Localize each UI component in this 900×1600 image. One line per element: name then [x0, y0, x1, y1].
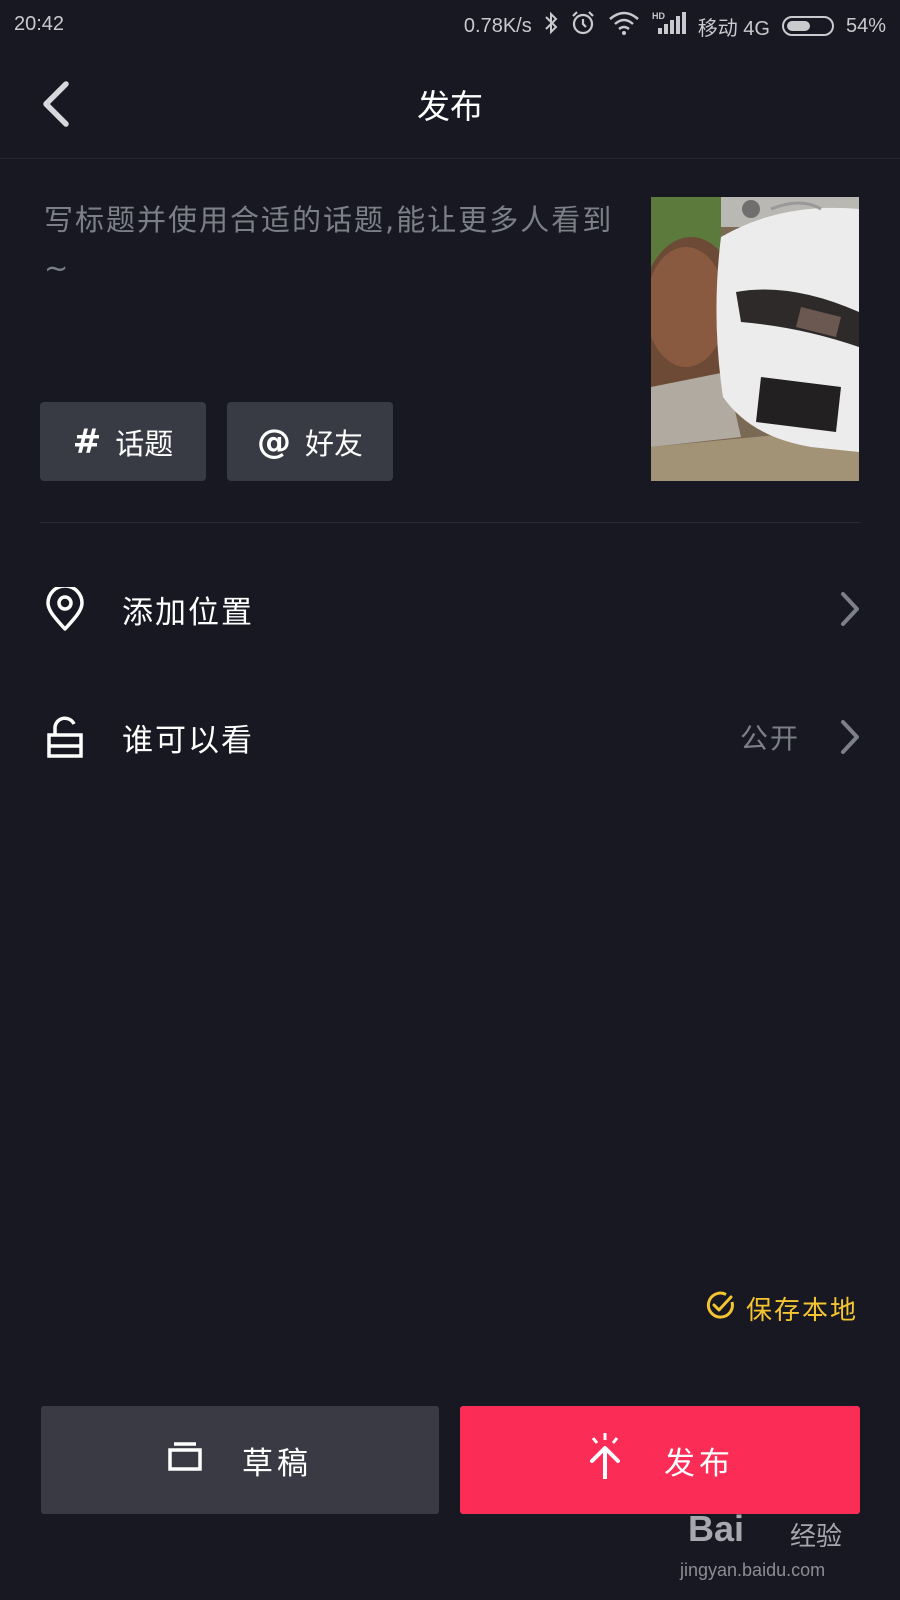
- save-local-label: 保存本地: [745, 1296, 858, 1326]
- svg-text:HD: HD: [652, 11, 665, 21]
- battery-fill: [786, 21, 810, 31]
- topic-label: 话题: [115, 426, 174, 461]
- location-pin-icon: [44, 584, 86, 631]
- publish-label: 发布: [664, 1445, 734, 1482]
- check-circle-icon: [706, 1290, 736, 1327]
- header: 发布: [0, 50, 900, 159]
- add-location-row[interactable]: 添加位置: [0, 553, 900, 663]
- status-icons: 0.78K/s HD 移动 4G 54%: [464, 10, 886, 42]
- watermark-brand: Bai: [688, 1508, 745, 1549]
- page-title: 发布: [417, 87, 483, 126]
- hd-signal-icon: HD: [652, 10, 686, 42]
- status-bar: 20:42 0.78K/s HD 移动 4G 54%: [0, 0, 900, 50]
- watermark-url: jingyan.baidu.com: [680, 1560, 826, 1580]
- hashtag-icon: #: [72, 421, 102, 462]
- at-sign-icon: @: [256, 421, 291, 462]
- friend-label: 好友: [304, 426, 363, 461]
- watermark-brand-cn: 经验: [790, 1522, 843, 1552]
- baidu-jingyan-watermark: Bai 经验 jingyan.baidu.com: [680, 1504, 860, 1594]
- status-time: 20:42: [14, 13, 65, 35]
- alarm-icon: [570, 10, 596, 42]
- publish-screen: 20:42 0.78K/s HD 移动 4G 54% 发布 写标题并使用合适的话…: [0, 0, 900, 1600]
- caption-input[interactable]: 写标题并使用合适的话题,能让更多人看到~: [44, 196, 624, 306]
- battery-percent: 54%: [845, 14, 886, 37]
- who-can-view-row[interactable]: 谁可以看 公开: [0, 681, 900, 791]
- unlock-icon: [44, 715, 86, 759]
- chevron-right-icon: [838, 717, 862, 757]
- bluetooth-icon: [544, 11, 558, 41]
- publish-button[interactable]: 发布: [460, 1406, 860, 1514]
- chevron-right-icon: [838, 589, 862, 629]
- upload-sparkle-icon: [586, 1431, 624, 1489]
- video-cover-thumbnail[interactable]: [651, 197, 859, 481]
- carrier: 移动 4G: [697, 17, 770, 40]
- add-location-label: 添加位置: [122, 595, 254, 631]
- draft-box-icon: [168, 1441, 202, 1479]
- mention-friend-button[interactable]: @ 好友: [227, 402, 393, 481]
- save-local-toggle[interactable]: 保存本地: [706, 1290, 858, 1327]
- visibility-value: 公开: [739, 722, 800, 755]
- draft-label: 草稿: [242, 1445, 312, 1482]
- topic-button[interactable]: # 话题: [40, 402, 206, 481]
- wifi-icon: [608, 11, 640, 41]
- who-can-view-label: 谁可以看: [122, 723, 254, 759]
- draft-button[interactable]: 草稿: [41, 1406, 439, 1514]
- battery-icon: [781, 16, 834, 36]
- divider: [40, 522, 860, 523]
- network-speed: 0.78K/s: [463, 14, 532, 37]
